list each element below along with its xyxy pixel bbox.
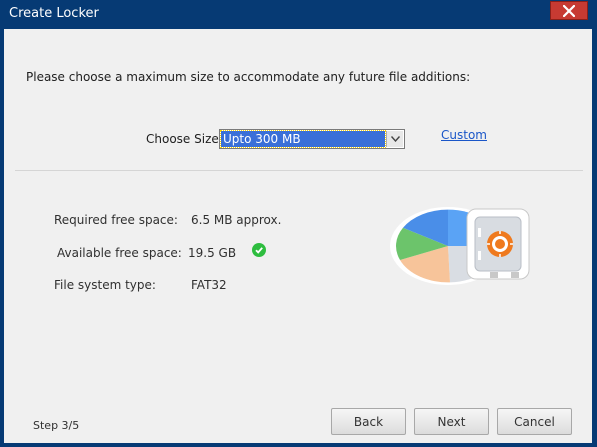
dropdown-button[interactable] [386,131,403,147]
next-button[interactable]: Next [414,408,489,435]
choose-size-label: Choose Size: [146,132,223,146]
step-indicator: Step 3/5 [33,419,80,432]
available-space-value: 19.5 GB [188,246,237,260]
chevron-down-icon [390,136,400,142]
file-system-value: FAT32 [191,278,227,292]
instruction-text: Please choose a maximum size to accommod… [26,70,471,84]
file-system-label: File system type: [54,278,156,292]
custom-size-link[interactable]: Custom [441,128,487,142]
title-bar[interactable]: Create Locker [0,0,597,28]
close-button[interactable] [550,1,588,20]
required-space-value: 6.5 MB approx. [191,213,282,227]
wizard-content: Please choose a maximum size to accommod… [4,29,592,443]
window-title: Create Locker [9,6,99,21]
back-button[interactable]: Back [331,408,406,435]
check-icon [252,243,266,257]
choose-size-dropdown[interactable]: Upto 300 MB [219,129,405,149]
pie-chart-safe-icon [390,207,530,285]
cancel-button[interactable]: Cancel [497,408,572,435]
section-divider [15,170,583,171]
available-space-label: Available free space: [57,246,182,260]
create-locker-window: Create Locker Please choose a maximum si… [0,0,597,447]
required-space-label: Required free space: [54,213,178,227]
close-icon [563,4,575,17]
choose-size-selected-value[interactable]: Upto 300 MB [220,130,386,148]
